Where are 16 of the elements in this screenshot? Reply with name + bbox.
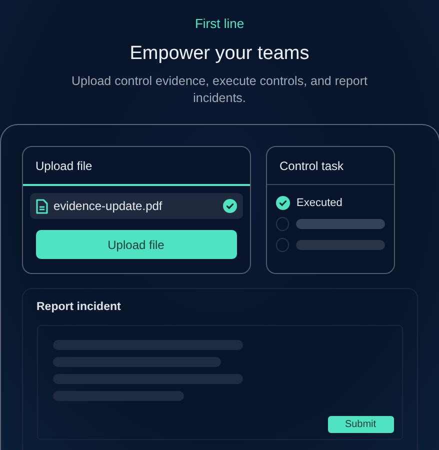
card-title: Control task: [280, 158, 344, 172]
task-checkbox[interactable]: [276, 196, 290, 210]
heading: Empower your teams: [130, 43, 310, 65]
upload-button[interactable]: Upload file: [36, 230, 236, 259]
task-checkbox[interactable]: [276, 217, 290, 231]
submit-button[interactable]: Submit: [326, 415, 394, 434]
check-icon: [222, 199, 236, 213]
eyebrow-text: First line: [194, 16, 244, 31]
card-title: Report incident: [36, 301, 122, 313]
task-label: Executed: [296, 197, 342, 209]
file-name: evidence-update.pdf: [54, 199, 164, 213]
text-area[interactable]: Submit: [36, 325, 402, 440]
task-checkbox[interactable]: [276, 238, 290, 252]
document-icon: [36, 198, 48, 214]
subtitle: Upload control evidence, execute controls, and report incidents.: [70, 73, 368, 107]
card-title: Upload file: [36, 158, 92, 172]
